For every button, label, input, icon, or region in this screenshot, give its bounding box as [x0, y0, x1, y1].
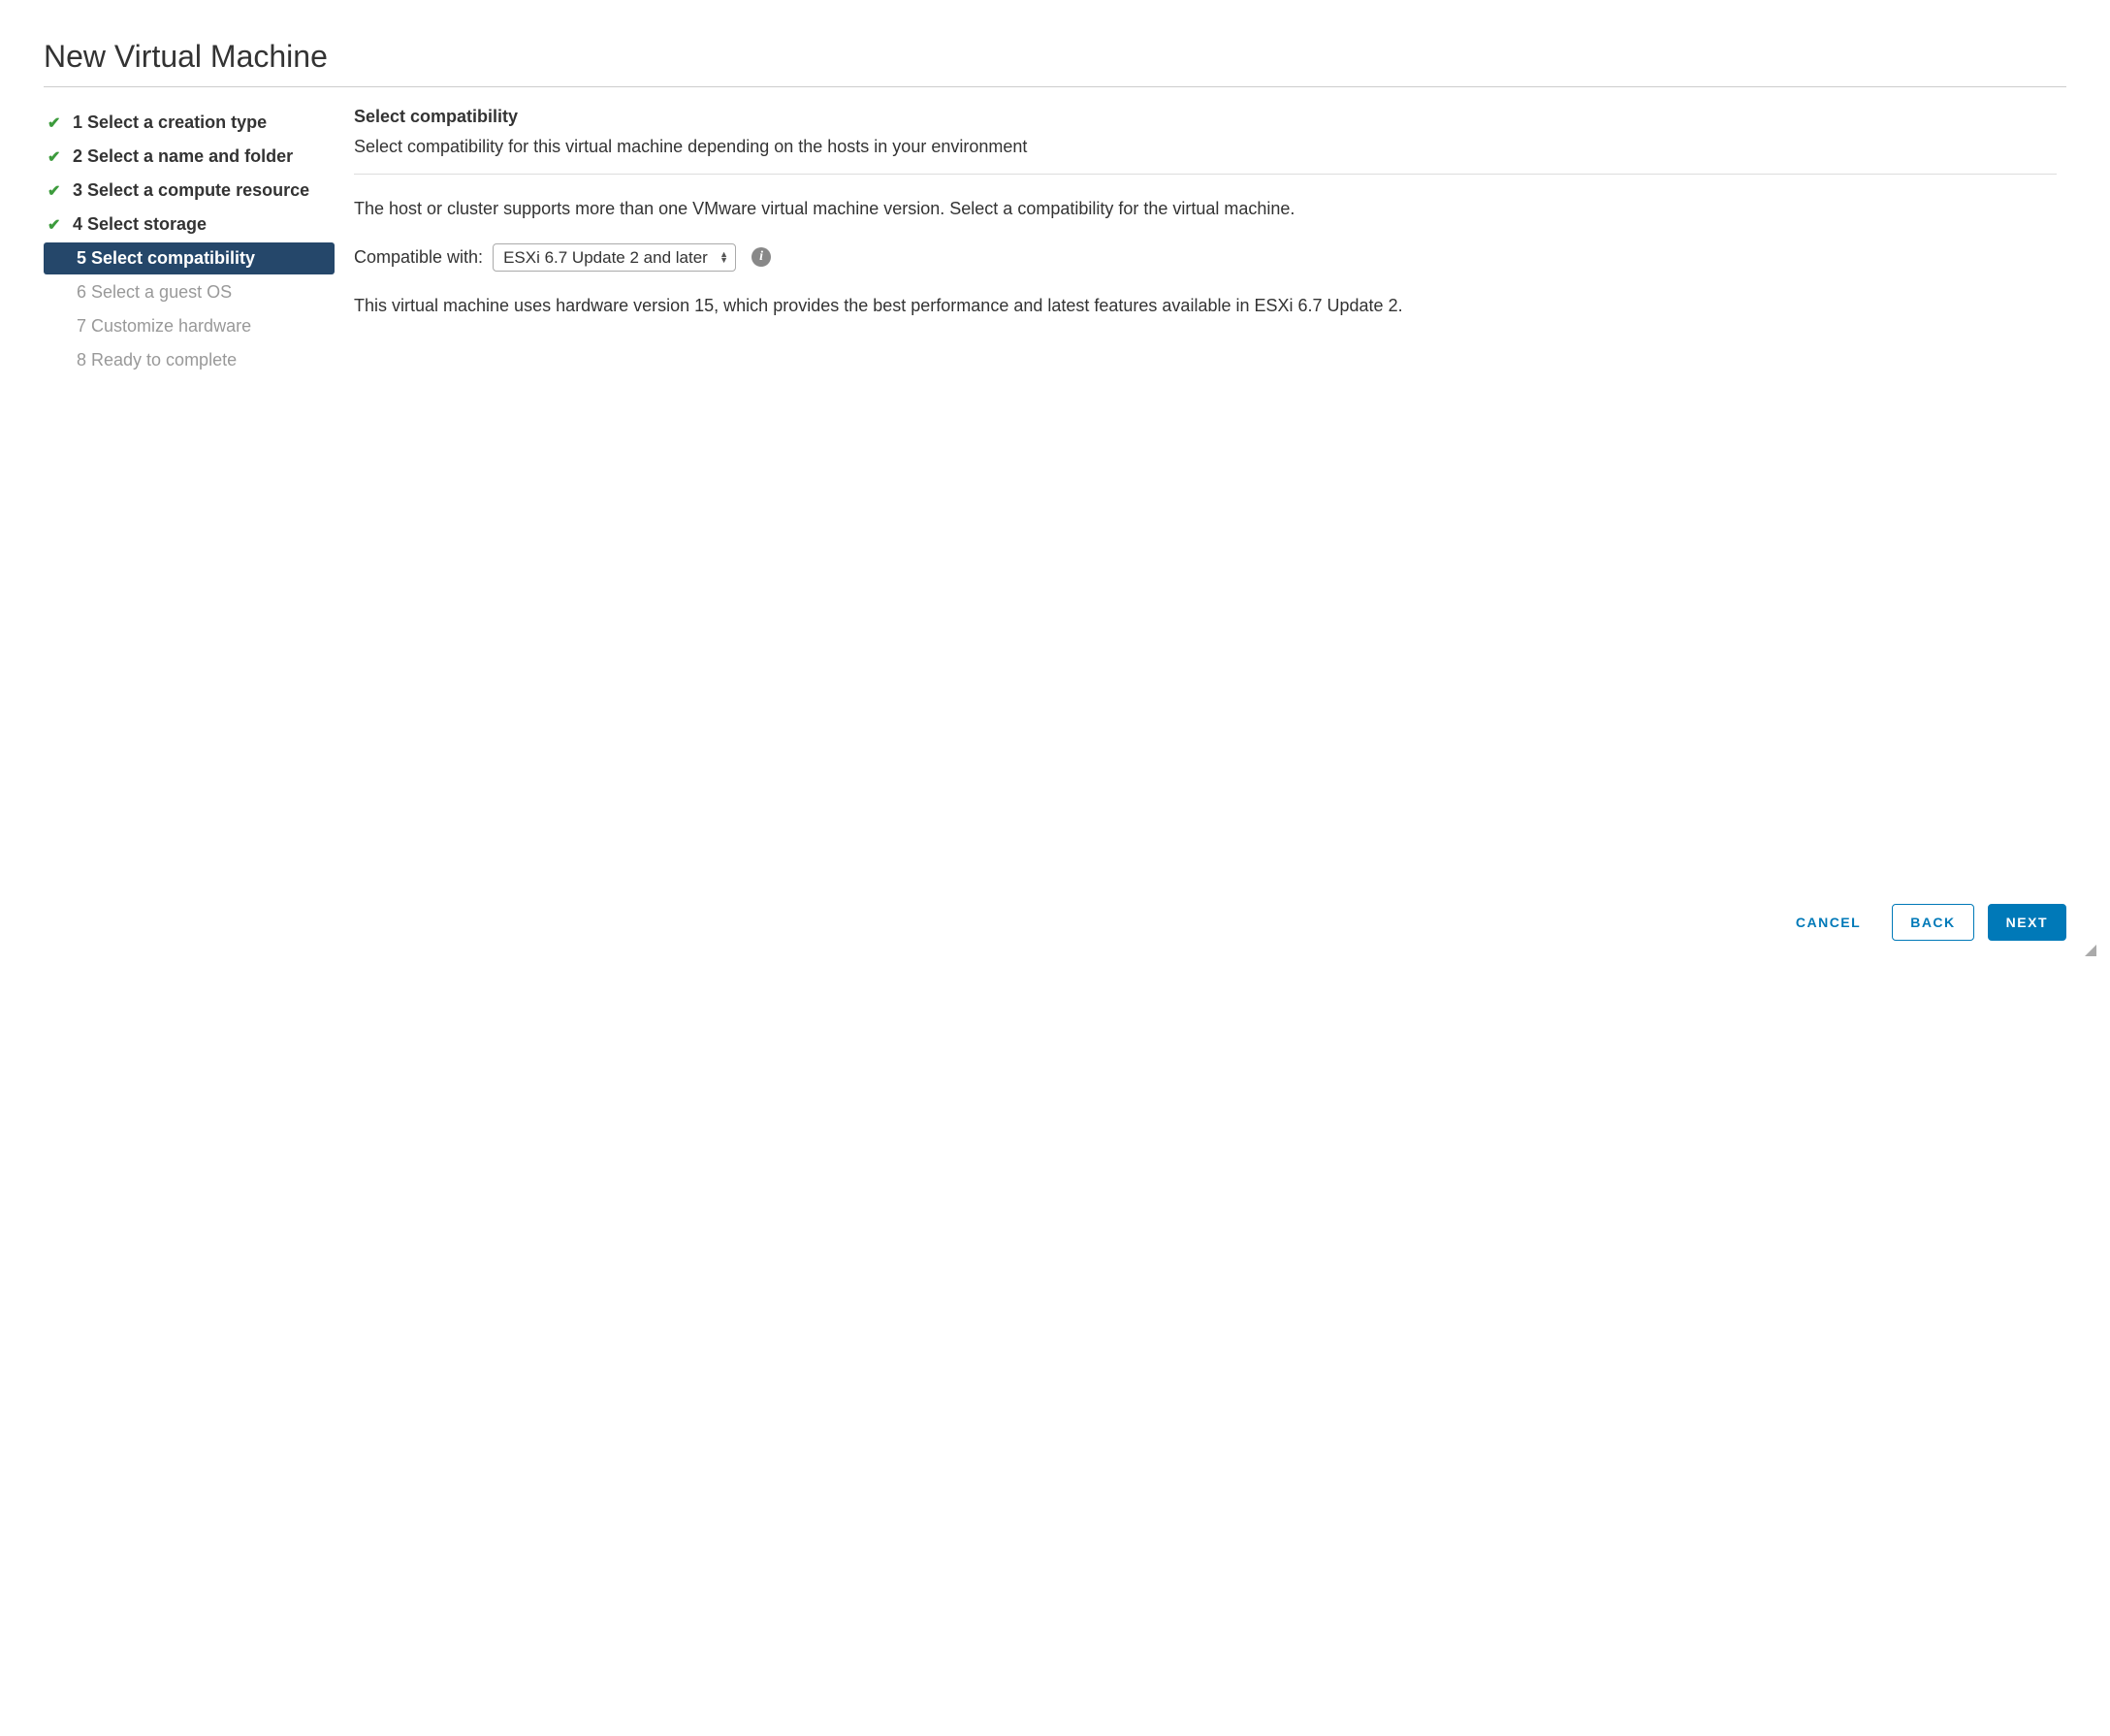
- compatibility-label: Compatible with:: [354, 247, 483, 268]
- dialog-title: New Virtual Machine: [44, 39, 2066, 87]
- wizard-step-compute-resource[interactable]: ✔ 3 Select a compute resource: [44, 175, 335, 207]
- wizard-step-ready-complete: 8 Ready to complete: [44, 344, 335, 376]
- wizard-step-label: 8 Ready to complete: [48, 350, 237, 370]
- wizard-step-label: 2 Select a name and folder: [69, 146, 293, 167]
- wizard-step-compatibility[interactable]: 5 Select compatibility: [44, 242, 335, 274]
- wizard-step-guest-os: 6 Select a guest OS: [44, 276, 335, 308]
- compatibility-info-text: This virtual machine uses hardware versi…: [354, 291, 2057, 321]
- compatibility-row: Compatible with: ESXi 6.7 Update 2 and l…: [354, 243, 2057, 272]
- check-icon: ✔: [48, 147, 69, 167]
- compatibility-select[interactable]: ESXi 6.7 Update 2 and later: [493, 243, 736, 272]
- check-icon: ✔: [48, 215, 69, 235]
- cancel-button[interactable]: CANCEL: [1778, 905, 1878, 940]
- wizard-step-label: 5 Select compatibility: [48, 248, 255, 269]
- content-heading: Select compatibility: [354, 107, 2057, 127]
- wizard-step-storage[interactable]: ✔ 4 Select storage: [44, 209, 335, 241]
- wizard-steps: ✔ 1 Select a creation type ✔ 2 Select a …: [44, 107, 335, 378]
- wizard-step-customize-hardware: 7 Customize hardware: [44, 310, 335, 342]
- wizard-step-creation-type[interactable]: ✔ 1 Select a creation type: [44, 107, 335, 139]
- next-button[interactable]: NEXT: [1988, 904, 2066, 941]
- wizard-step-label: 1 Select a creation type: [69, 113, 267, 133]
- wizard-step-label: 7 Customize hardware: [48, 316, 251, 337]
- wizard-content: Select compatibility Select compatibilit…: [354, 107, 2066, 378]
- wizard-step-label: 4 Select storage: [69, 214, 207, 235]
- back-button[interactable]: BACK: [1892, 904, 1973, 941]
- resize-grip-icon[interactable]: [2085, 945, 2096, 956]
- new-vm-dialog: New Virtual Machine ✔ 1 Select a creatio…: [10, 10, 2100, 960]
- content-description: The host or cluster supports more than o…: [354, 194, 2057, 224]
- wizard-step-label: 6 Select a guest OS: [48, 282, 232, 303]
- check-icon: ✔: [48, 181, 69, 201]
- dialog-footer: CANCEL BACK NEXT: [1778, 904, 2066, 941]
- dialog-body: ✔ 1 Select a creation type ✔ 2 Select a …: [44, 107, 2066, 378]
- compatibility-select-wrap: ESXi 6.7 Update 2 and later ▲▼: [493, 243, 736, 272]
- wizard-step-name-folder[interactable]: ✔ 2 Select a name and folder: [44, 141, 335, 173]
- info-icon[interactable]: i: [751, 247, 771, 267]
- content-subheading: Select compatibility for this virtual ma…: [354, 135, 2057, 175]
- wizard-step-label: 3 Select a compute resource: [69, 180, 309, 201]
- check-icon: ✔: [48, 113, 69, 133]
